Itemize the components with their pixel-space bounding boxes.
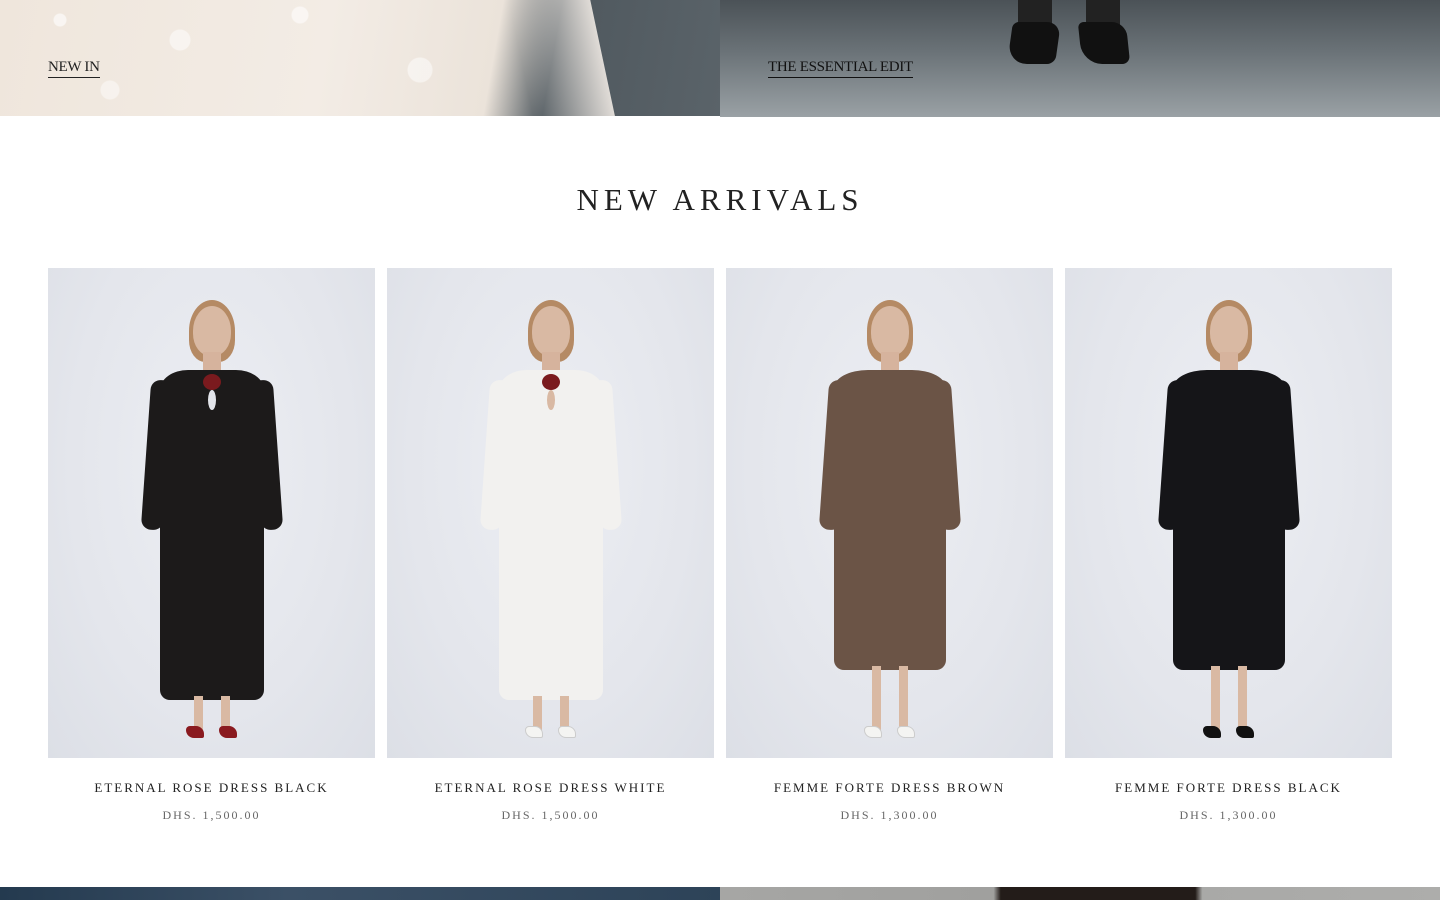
new-arrivals-heading: NEW ARRIVALS (576, 182, 864, 217)
rose-brooch-icon (202, 374, 221, 390)
hero-banner-new-in[interactable]: NEW IN (0, 0, 720, 116)
product-price: DHS. 1,300.00 (1179, 808, 1278, 822)
essential-edit-link[interactable]: THE ESSENTIAL EDIT (768, 59, 913, 78)
product-image[interactable] (726, 268, 1053, 758)
product-price: DHS. 1,300.00 (840, 808, 939, 822)
product-image[interactable] (1065, 268, 1392, 758)
model-shoes-image (1007, 0, 1140, 70)
product-price: DHS. 1,500.00 (162, 808, 261, 822)
bottom-banner-left[interactable] (0, 887, 720, 900)
product-grid: ETERNAL ROSE DRESS BLACK DHS. 1,500.00 E… (48, 268, 1392, 828)
product-price: DHS. 1,500.00 (501, 808, 600, 822)
rose-brooch-icon (541, 374, 560, 390)
product-name[interactable]: ETERNAL ROSE DRESS BLACK (94, 780, 328, 796)
product-card[interactable]: FEMME FORTE DRESS BROWN DHS. 1,300.00 (726, 268, 1053, 828)
product-name[interactable]: FEMME FORTE DRESS BLACK (1115, 780, 1342, 796)
product-card[interactable]: ETERNAL ROSE DRESS WHITE DHS. 1,500.00 (387, 268, 714, 828)
product-name[interactable]: ETERNAL ROSE DRESS WHITE (435, 780, 667, 796)
bottom-banner-row (0, 887, 1440, 900)
product-image[interactable] (387, 268, 714, 758)
hero-banner-essential-edit[interactable]: THE ESSENTIAL EDIT (720, 0, 1440, 117)
product-card[interactable]: FEMME FORTE DRESS BLACK DHS. 1,300.00 (1065, 268, 1392, 828)
product-card[interactable]: ETERNAL ROSE DRESS BLACK DHS. 1,500.00 (48, 268, 375, 828)
product-name[interactable]: FEMME FORTE DRESS BROWN (774, 780, 1005, 796)
product-image[interactable] (48, 268, 375, 758)
new-in-link[interactable]: NEW IN (48, 59, 100, 78)
hero-banner-row: NEW IN THE ESSENTIAL EDIT (0, 0, 1440, 117)
bottom-banner-right[interactable] (720, 887, 1440, 900)
